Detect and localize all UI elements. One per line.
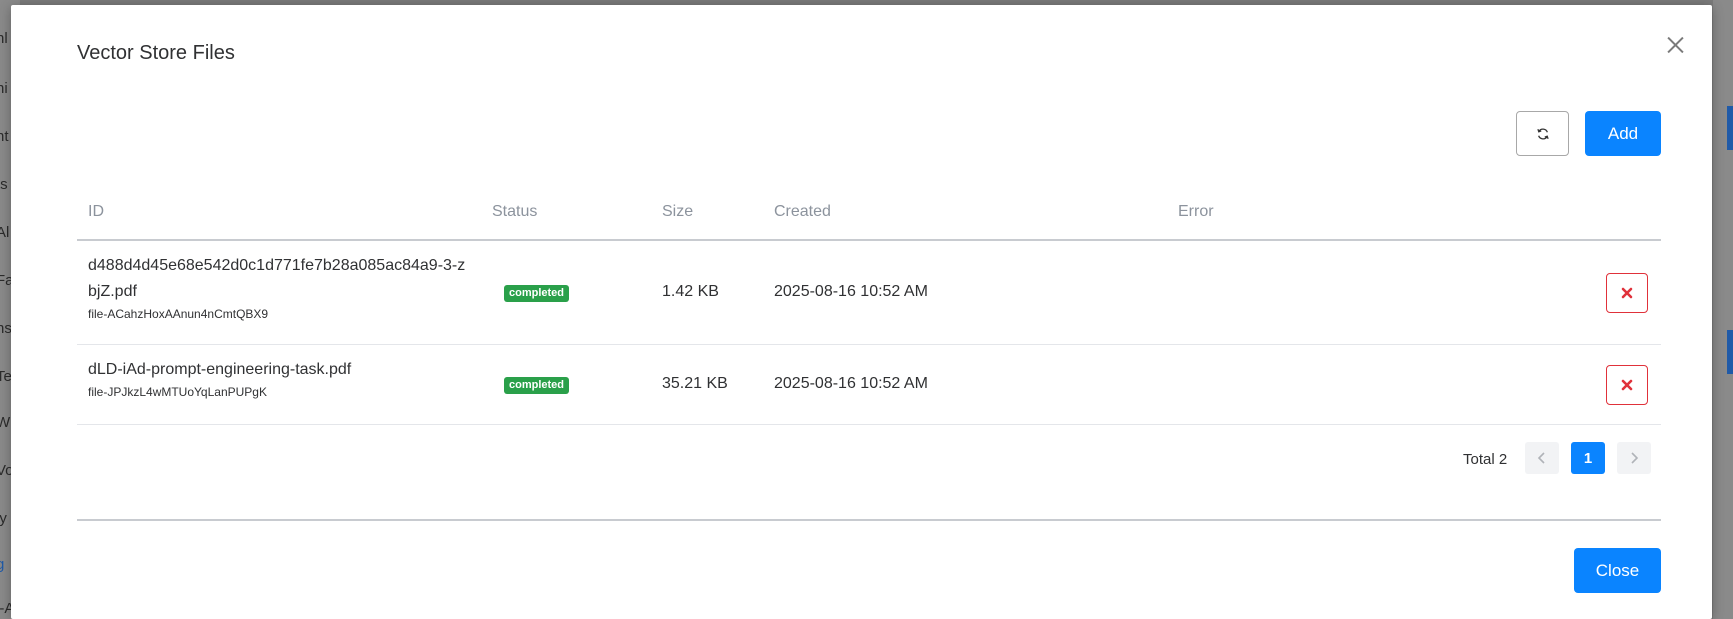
pagination: Total 2 1	[11, 442, 1712, 476]
add-button[interactable]: Add	[1585, 111, 1661, 156]
file-id: file-JPJkzL4wMTUoYqLanPUPgK	[88, 385, 267, 399]
files-table: ID Status Size Created Error d488d4d45e6…	[77, 190, 1661, 425]
bg-fragment: g	[0, 556, 5, 573]
column-header-id: ID	[88, 203, 104, 220]
column-header-status: Status	[492, 203, 538, 220]
file-size: 35.21 KB	[662, 375, 728, 392]
status-badge: completed	[504, 285, 570, 302]
file-size: 1.42 KB	[662, 283, 719, 300]
prev-page-button[interactable]	[1525, 442, 1559, 474]
column-header-error: Error	[1178, 203, 1214, 220]
refresh-icon	[1536, 128, 1549, 139]
dialog-title: Vector Store Files	[77, 42, 235, 64]
chevron-right-icon	[1631, 452, 1639, 464]
bg-fragment: ts	[0, 176, 8, 193]
delete-icon	[1621, 379, 1633, 391]
delete-button[interactable]	[1606, 365, 1648, 405]
delete-icon	[1621, 287, 1633, 299]
file-name: dLD-iAd-prompt-engineering-task.pdf	[88, 361, 352, 378]
bg-fragment: nt	[0, 128, 9, 145]
bg-fragment: W	[0, 414, 11, 431]
file-created: 2025-08-16 10:52 AM	[774, 375, 928, 392]
table-row: d488d4d45e68e542d0c1d771fe7b28a085ac84a9…	[77, 241, 1661, 345]
bg-fragment: ni	[0, 80, 8, 97]
bg-fragment: hl	[0, 30, 8, 47]
file-id: file-ACahzHoxAAnun4nCmtQBX9	[88, 307, 269, 321]
page-number-current[interactable]: 1	[1571, 442, 1605, 474]
table-row: dLD-iAd-prompt-engineering-task.pdf file…	[77, 345, 1661, 425]
refresh-button[interactable]	[1516, 111, 1569, 156]
next-page-button[interactable]	[1617, 442, 1651, 474]
file-name: d488d4d45e68e542d0c1d771fe7b28a085ac84a9…	[88, 257, 466, 300]
bg-fragment: Al	[0, 224, 10, 241]
file-id-cell: d488d4d45e68e542d0c1d771fe7b28a085ac84a9…	[88, 253, 468, 321]
vector-store-files-dialog: Vector Store Files Add ID Status Size Cr…	[11, 5, 1712, 619]
bg-fragment: ly	[0, 510, 7, 527]
pagination-total: Total 2	[1463, 451, 1508, 468]
footer-divider	[77, 519, 1661, 521]
close-icon[interactable]	[1658, 29, 1690, 61]
column-header-created: Created	[774, 203, 831, 220]
delete-button[interactable]	[1606, 273, 1648, 313]
file-created: 2025-08-16 10:52 AM	[774, 283, 928, 300]
bg-block	[1727, 106, 1733, 150]
file-id-cell: dLD-iAd-prompt-engineering-task.pdf file…	[88, 357, 468, 399]
chevron-left-icon	[1537, 452, 1545, 464]
status-badge: completed	[504, 377, 570, 394]
table-header: ID Status Size Created Error	[77, 190, 1661, 241]
close-button[interactable]: Close	[1574, 548, 1661, 593]
background-app-right	[1713, 0, 1733, 619]
column-header-size: Size	[662, 203, 694, 220]
bg-block	[1727, 330, 1733, 374]
